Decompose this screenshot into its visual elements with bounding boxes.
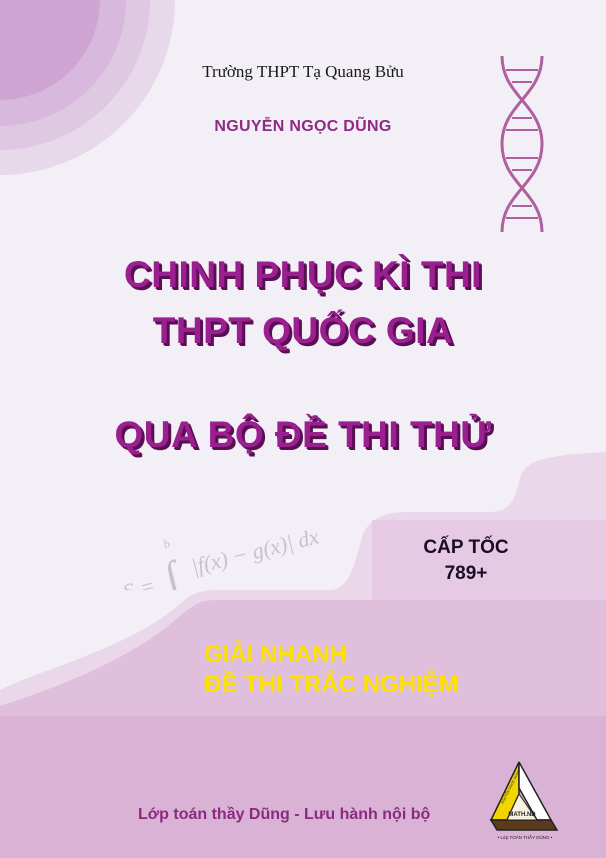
speed-line-1: CẤP TỐC [423, 537, 509, 558]
quick-solve-label: GIẢI NHANH ĐỀ THI TRẮC NGHIỆM [204, 640, 459, 700]
logo-center-text: MATH.ND [508, 812, 536, 818]
quick-solve-line-2: ĐỀ THI TRẮC NGHIỆM [204, 671, 459, 698]
school-name: Trường THPT Tạ Quang Bửu [202, 62, 404, 81]
integral-formula: S = ∫ b a |f(x) − g(x)| dx [121, 523, 322, 590]
title-line-3: QUA BỘ ĐỀ THI THỬ [114, 414, 492, 455]
title-line-2: THPT QUỐC GIA [152, 310, 454, 351]
math-logo: MATH.ND NGUYỄN NGỌC DŨNG • Lớp TOÁN THẦY… [489, 761, 559, 840]
speed-label: CẤP TỐC 789+ [406, 535, 526, 587]
speed-line-2: 789+ [444, 563, 488, 584]
quick-solve-line-1: GIẢI NHANH [204, 641, 347, 668]
title-line-1: CHINH PHỤC KÌ THI [124, 254, 482, 295]
author-name: NGUYỄN NGỌC DŨNG [214, 118, 392, 135]
dna-icon [500, 56, 544, 232]
integral-sign: ∫ [157, 551, 187, 590]
logo-bottom-text: • Lớp TOÁN THẦY DŨNG • [498, 834, 553, 840]
formula-lhs: S = [121, 573, 156, 590]
formula-integrand: |f(x) − g(x)| dx [189, 523, 322, 579]
formula-upper-limit: b [162, 536, 171, 551]
